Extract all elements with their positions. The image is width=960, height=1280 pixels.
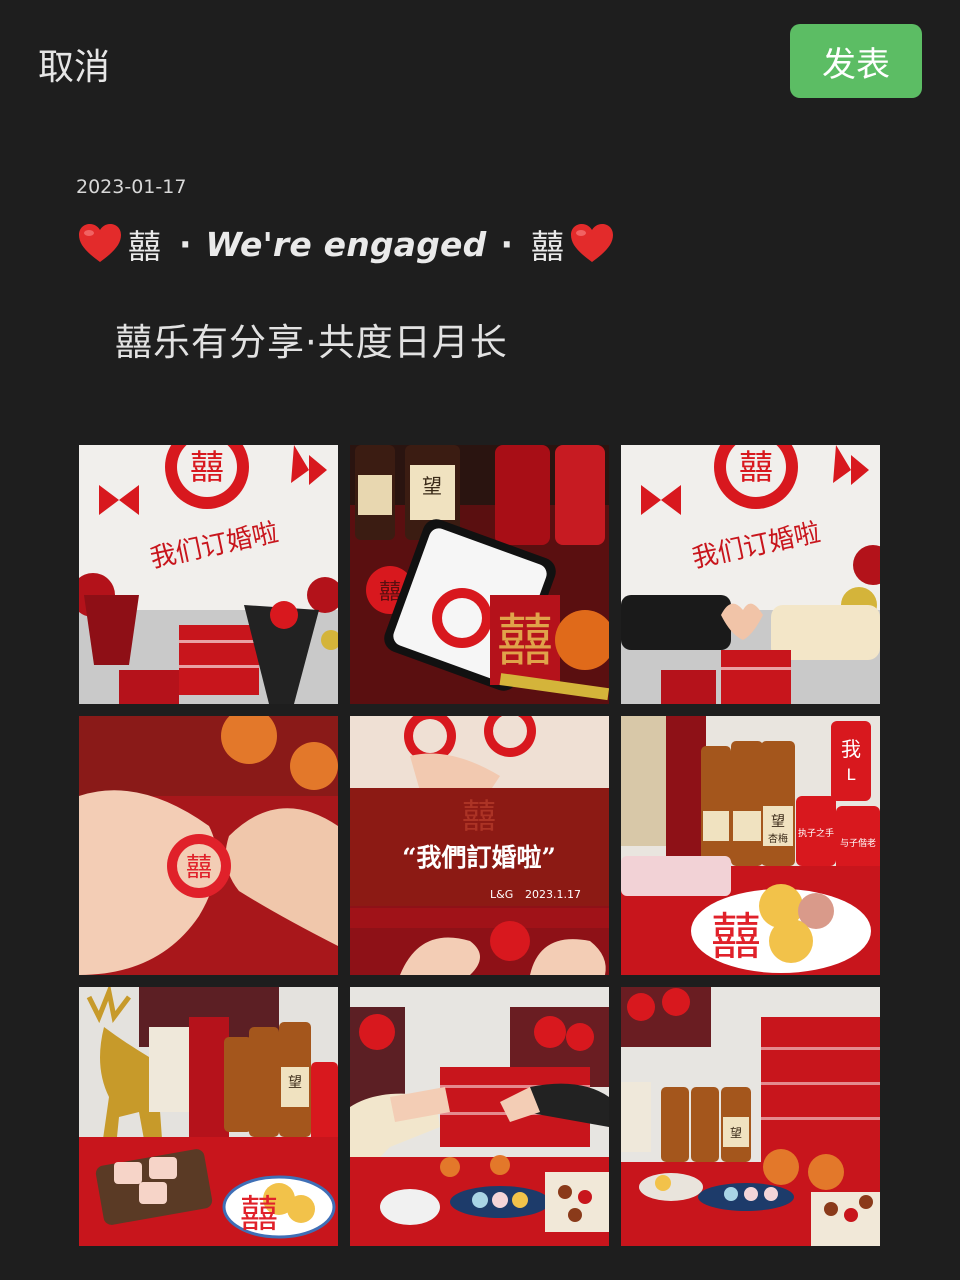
- bottle-label: 望: [288, 1075, 302, 1091]
- xi-glyph-left: 囍: [128, 227, 161, 266]
- photo-thumbnail[interactable]: 囍 “我們訂婚啦” L&G 2023.1.17: [350, 716, 609, 975]
- card-title: “我們訂婚啦”: [402, 843, 556, 872]
- publish-button[interactable]: 发表: [790, 24, 922, 98]
- photo-grid: 囍 我们订婚啦 望 囍 囍 囍 我们订婚啦 囍 囍 “我們訂婚啦” L&G 20…: [79, 445, 881, 1247]
- photo-thumbnail[interactable]: 望: [621, 987, 880, 1246]
- bottle-label: 望: [771, 814, 785, 830]
- post-headline: 囍 · We're engaged · 囍: [76, 214, 616, 274]
- bottle-label: 望: [422, 474, 442, 498]
- photo-thumbnail[interactable]: [350, 987, 609, 1246]
- post-subline: 囍乐有分享·共度日月长: [115, 321, 508, 364]
- headline-text: We're engaged: [205, 224, 487, 264]
- card-sign: L&G: [490, 888, 513, 901]
- photo-thumbnail[interactable]: 望 杏梅 我 L 执子之手 与子偕老 囍: [621, 716, 880, 975]
- xi-symbol: 囍: [240, 1192, 278, 1236]
- heart-icon: [79, 224, 121, 262]
- bottle-label: 望: [730, 1126, 742, 1140]
- photo-thumbnail[interactable]: 望 囍 囍: [350, 445, 609, 704]
- cancel-button[interactable]: 取消: [38, 38, 110, 90]
- xi-symbol: 囍: [190, 448, 224, 488]
- card-xi-watermark: 囍: [462, 797, 496, 837]
- photo-thumbnail[interactable]: 囍 我们订婚啦: [79, 445, 338, 704]
- can-text: L: [847, 765, 856, 784]
- can-text: 我: [841, 737, 861, 761]
- post-date: 2023-01-17: [76, 176, 187, 198]
- xi-symbol: 囍: [186, 853, 212, 883]
- heart-icon: [571, 224, 614, 262]
- separator-dot: ·: [500, 224, 514, 264]
- photo-thumbnail[interactable]: 囍: [79, 716, 338, 975]
- photo-thumbnail[interactable]: 囍 我们订婚啦: [621, 445, 880, 704]
- moments-compose-screen: 取消 发表 2023-01-17 囍 · We're engaged · 囍 囍…: [0, 0, 960, 1280]
- card-date: 2023.1.17: [525, 888, 581, 901]
- can-text: 执子之手: [798, 827, 834, 839]
- xi-symbol: 囍: [739, 448, 773, 488]
- bottle-label: 杏梅: [768, 832, 788, 845]
- xi-symbol: 囍: [497, 609, 553, 674]
- can-text: 与子偕老: [840, 837, 876, 849]
- separator-dot: ·: [179, 224, 192, 264]
- photo-thumbnail[interactable]: 望 囍: [79, 987, 338, 1246]
- xi-symbol: 囍: [711, 908, 761, 966]
- xi-glyph-right: 囍: [531, 227, 565, 266]
